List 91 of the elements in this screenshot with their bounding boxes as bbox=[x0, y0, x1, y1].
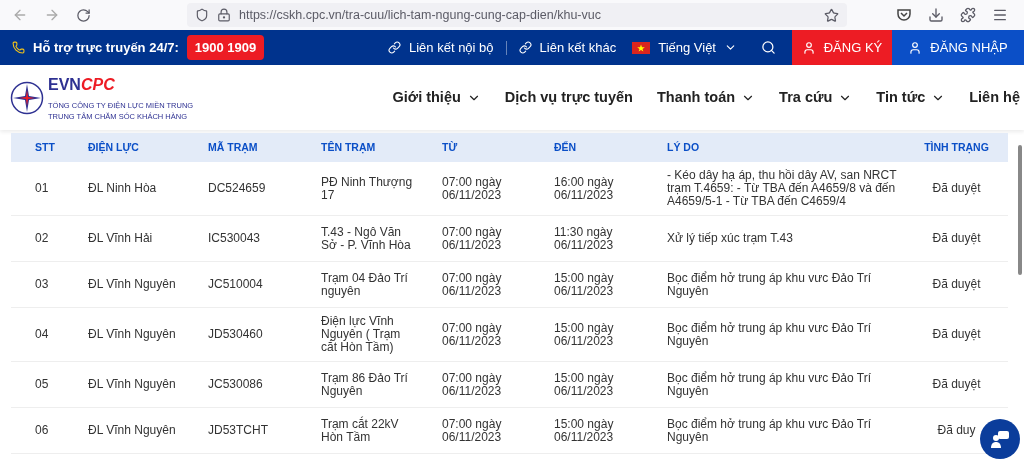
column-header: ĐẾN bbox=[554, 139, 578, 155]
lock-icon[interactable] bbox=[217, 8, 231, 22]
table-cell-text: Bọc điểm hở trung áp khu vưc Đảo Trí Nguyên bbox=[667, 371, 872, 398]
table-cell-text: Bọc điểm hở trung áp khu vưc Đảo Trí Nguyên bbox=[667, 417, 872, 444]
table-cell-text: ĐL Vĩnh Nguyên bbox=[88, 378, 177, 391]
table-cell-text: 15:00 ngày 06/11/2023 bbox=[554, 271, 615, 298]
top-link[interactable]: Liên kết nội bộ bbox=[388, 37, 494, 58]
logo-brand: EVN bbox=[48, 74, 81, 95]
table-cell-text: 06 bbox=[34, 424, 50, 437]
table-cell-text: Đã duy bbox=[936, 424, 977, 437]
table-cell-text: T.43 - Ngô Văn Sở - P. Vĩnh Hòa bbox=[321, 225, 412, 252]
table-cell-text: Điện lực Vĩnh Nguyên ( Trạm cắt Hòn Tầm) bbox=[321, 315, 402, 354]
table-cell-text: ĐL Vĩnh Nguyên bbox=[88, 424, 177, 437]
table-cell-text: 04 bbox=[34, 328, 50, 341]
logo-brand-accent: CPC bbox=[80, 74, 115, 95]
table-cell-text: DC524659 bbox=[208, 182, 267, 195]
table-cell-text: ĐL Vĩnh Hải bbox=[88, 232, 154, 245]
table-cell-text: Trạm 04 Đảo Trí nguyên bbox=[321, 271, 409, 298]
bookmark-star-icon[interactable] bbox=[824, 7, 839, 23]
table-cell-text: JD53TCHT bbox=[208, 424, 269, 437]
column-header: MÃ TRẠM bbox=[208, 139, 259, 156]
table-cell-text: Bọc điểm hở trung áp khu vưc Đảo Trí Nguyên bbox=[667, 321, 872, 348]
table-cell-text: 03 bbox=[34, 278, 50, 291]
register-button[interactable]: ĐĂNG KÝ bbox=[792, 30, 892, 65]
link-icon bbox=[518, 41, 532, 54]
table-cell-text: Trạm 86 Đảo Trí Nguyên bbox=[321, 371, 409, 398]
column-header: TÊN TRẠM bbox=[321, 139, 377, 156]
table-cell-text: 11:30 ngày 06/11/2023 bbox=[554, 225, 615, 252]
table-cell-text: ĐL Vĩnh Nguyên bbox=[88, 278, 177, 291]
search-icon[interactable] bbox=[761, 40, 776, 55]
language-selector[interactable]: Tiếng Việt bbox=[658, 37, 737, 58]
table-cell-text: 01 bbox=[34, 182, 50, 195]
extensions-icon[interactable] bbox=[960, 7, 976, 23]
nav-item[interactable]: Dịch vụ trực tuyến bbox=[504, 86, 633, 109]
menu-icon[interactable] bbox=[992, 7, 1008, 23]
hotline-number[interactable]: 1900 1909 bbox=[186, 34, 265, 61]
address-bar[interactable]: https://cskh.cpc.vn/tra-cuu/lich-tam-ngung-cung-cap-dien/khu-vuc bbox=[187, 3, 847, 27]
column-header: STT bbox=[34, 139, 56, 155]
flag-icon bbox=[632, 41, 651, 54]
table-cell-text: Đã duyệt bbox=[931, 378, 982, 391]
table-cell-text: Đã duyệt bbox=[931, 278, 982, 291]
table-cell-text: Trạm cắt 22kV Hòn Tầm bbox=[321, 417, 400, 444]
table-cell-text: PĐ Ninh Thượng 17 bbox=[321, 175, 414, 202]
table-cell-text: JC510004 bbox=[208, 278, 264, 291]
phone-icon bbox=[12, 41, 25, 54]
user-icon bbox=[801, 40, 816, 55]
nav-item[interactable]: Thanh toán bbox=[656, 86, 756, 109]
link-icon bbox=[388, 41, 401, 54]
login-button[interactable]: ĐĂNG NHẬP bbox=[892, 30, 1024, 65]
table-cell-text: 07:00 ngày 06/11/2023 bbox=[442, 271, 503, 298]
chat-button[interactable] bbox=[980, 419, 1020, 459]
nav-item[interactable]: Liên hệ bbox=[969, 86, 1020, 109]
top-link[interactable]: Liên kết khác bbox=[518, 37, 617, 58]
column-header: TÌNH TRẠNG bbox=[923, 139, 990, 156]
table-cell-text: 07:00 ngày 06/11/2023 bbox=[442, 175, 503, 202]
download-icon[interactable] bbox=[928, 7, 944, 23]
table-cell-text: 07:00 ngày 06/11/2023 bbox=[442, 321, 503, 348]
nav-item[interactable]: Tin tức bbox=[876, 86, 946, 109]
table-cell-text: JD530460 bbox=[208, 328, 264, 341]
chat-support-icon bbox=[989, 428, 1011, 450]
table-cell-text: IC530043 bbox=[208, 232, 262, 245]
reload-icon[interactable] bbox=[76, 7, 91, 23]
table-cell-text: Đã duyệt bbox=[931, 182, 982, 195]
table-cell-text: Đã duyệt bbox=[931, 328, 982, 341]
pocket-icon[interactable] bbox=[896, 7, 912, 23]
column-header: TỪ bbox=[442, 139, 459, 155]
table-cell-text: 15:00 ngày 06/11/2023 bbox=[554, 371, 615, 398]
nav-item[interactable]: Giới thiệu bbox=[392, 86, 481, 109]
table-cell-text: Đã duyệt bbox=[931, 232, 982, 245]
hotline-label: Hỗ trợ trực truyến 24/7: bbox=[33, 38, 179, 57]
column-header: ĐIỆN LỰC bbox=[88, 139, 140, 156]
nav-item[interactable]: Tra cứu bbox=[779, 86, 853, 109]
table-cell-text: 05 bbox=[34, 378, 50, 391]
table-cell-text: 07:00 ngày 06/11/2023 bbox=[442, 225, 503, 252]
table-cell-text: ĐL Vĩnh Nguyên bbox=[88, 328, 177, 341]
shield-icon[interactable] bbox=[195, 8, 209, 22]
table-cell-text: Xử lý tiếp xúc trạm T.43 bbox=[667, 232, 794, 245]
column-header: LÝ DO bbox=[667, 139, 701, 155]
table-cell-text: 15:00 ngày 06/11/2023 bbox=[554, 417, 615, 444]
table-cell-text: 16:00 ngày 06/11/2023 bbox=[554, 175, 615, 202]
logo-icon bbox=[10, 80, 44, 115]
table-cell-text: 15:00 ngày 06/11/2023 bbox=[554, 321, 615, 348]
user-icon bbox=[908, 40, 923, 55]
table-cell-text: 07:00 ngày 06/11/2023 bbox=[442, 371, 503, 398]
table-cell-text: 02 bbox=[34, 232, 50, 245]
table-cell-text: - Kéo dây hạ áp, thu hồi dây AV, san NRCT trạm T.4659: - Từ TBA đến A4659/8 và đến A4659/5-1 - Từ TBA đến C4659/4 bbox=[667, 169, 898, 208]
table-cell-text: Bọc điểm hở trung áp khu vưc Đảo Trí Nguyên bbox=[667, 271, 872, 298]
table-cell-text: 07:00 ngày 06/11/2023 bbox=[442, 417, 503, 444]
table-cell-text: ĐL Ninh Hòa bbox=[88, 182, 158, 195]
table-cell-text: JC530086 bbox=[208, 378, 264, 391]
url-text: https://cskh.cpc.vn/tra-cuu/lich-tam-ngung-cung-cap-dien/khu-vuc bbox=[239, 6, 602, 24]
